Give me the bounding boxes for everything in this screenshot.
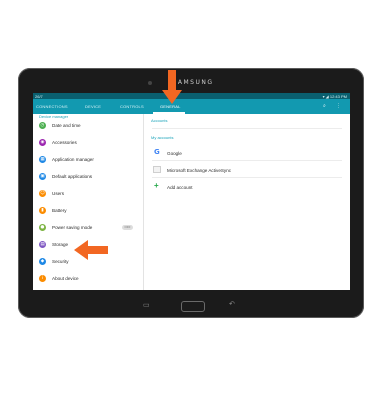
my-accounts-heading: My accounts	[151, 135, 174, 140]
settings-item-default-applications[interactable]: ▣ Default applications	[33, 171, 143, 182]
battery-icon: ▮	[39, 207, 46, 214]
account-exchange[interactable]: Microsoft Exchange ActiveSync	[152, 164, 342, 176]
settings-tab-bar: CONNECTIONS DEVICE CONTROLS GENERAL ⌕ ⋮	[33, 99, 350, 114]
divider	[152, 177, 342, 178]
account-label: Google	[167, 150, 182, 156]
storage-icon: ▤	[39, 241, 46, 248]
divider	[152, 128, 342, 129]
settings-item-power-saving[interactable]: ● Power saving mode OFF	[33, 222, 143, 233]
power-saving-icon: ●	[39, 224, 46, 231]
settings-item-label: Power saving mode	[52, 225, 93, 230]
settings-item-battery[interactable]: ▮ Battery	[33, 205, 143, 216]
tab-device[interactable]: DEVICE	[85, 104, 101, 109]
users-icon: ☺	[39, 190, 46, 197]
settings-item-label: Security	[52, 259, 69, 264]
section-device-manager: Device manager	[39, 114, 69, 119]
clock-icon: ◷	[39, 122, 46, 129]
tab-general[interactable]: GENERAL	[160, 104, 181, 109]
recent-apps-icon[interactable]: ▭	[143, 301, 150, 309]
settings-list: Device manager ◷ Date and time ◉ Accesso…	[33, 114, 144, 290]
plus-icon: +	[154, 181, 159, 190]
account-label: Microsoft Exchange ActiveSync	[167, 167, 232, 173]
settings-item-label: Date and time	[52, 123, 81, 128]
app-manager-icon: ▦	[39, 156, 46, 163]
tab-connections[interactable]: CONNECTIONS	[36, 104, 68, 109]
camera-icon	[148, 81, 152, 85]
settings-item-label: Users	[52, 191, 64, 196]
divider	[152, 160, 342, 161]
settings-item-accessories[interactable]: ◉ Accessories	[33, 137, 143, 148]
google-icon: G	[154, 148, 160, 156]
about-icon: i	[39, 275, 46, 282]
settings-item-label: Application manager	[52, 157, 94, 162]
settings-item-application-manager[interactable]: ▦ Application manager	[33, 154, 143, 165]
settings-item-date-time[interactable]: ◷ Date and time	[33, 120, 143, 131]
search-icon[interactable]: ⌕	[323, 103, 326, 109]
settings-item-label: Battery	[52, 208, 67, 213]
settings-item-label: Default applications	[52, 174, 93, 179]
add-account-label: Add account	[167, 184, 193, 190]
add-account-button[interactable]: + Add account	[152, 181, 342, 193]
pointer-arrow-down-icon	[162, 70, 182, 104]
power-saving-toggle[interactable]: OFF	[122, 224, 133, 230]
home-button[interactable]	[181, 301, 205, 312]
security-icon: ◆	[39, 258, 46, 265]
status-right: ▾ ◢ 12:43 PM	[322, 93, 347, 99]
accounts-panel: Accounts My accounts G Google Microsoft …	[144, 114, 350, 290]
accessories-icon: ◉	[39, 139, 46, 146]
settings-item-label: About device	[52, 276, 79, 281]
tab-controls[interactable]: CONTROLS	[120, 104, 144, 109]
pointer-arrow-left-icon	[74, 240, 108, 260]
settings-item-label: Storage	[52, 242, 69, 247]
status-left: 26/7	[35, 93, 43, 99]
exchange-icon	[153, 166, 161, 173]
settings-item-label: Accessories	[52, 140, 77, 145]
settings-item-about-device[interactable]: i About device	[33, 273, 143, 284]
screen: 26/7 ▾ ◢ 12:43 PM CONNECTIONS DEVICE CON…	[33, 93, 350, 290]
default-apps-icon: ▣	[39, 173, 46, 180]
back-icon[interactable]: ↶	[229, 300, 235, 308]
account-google[interactable]: G Google	[152, 147, 342, 159]
more-options-icon[interactable]: ⋮	[336, 103, 341, 109]
accounts-heading: Accounts	[151, 118, 168, 123]
settings-item-users[interactable]: ☺ Users	[33, 188, 143, 199]
